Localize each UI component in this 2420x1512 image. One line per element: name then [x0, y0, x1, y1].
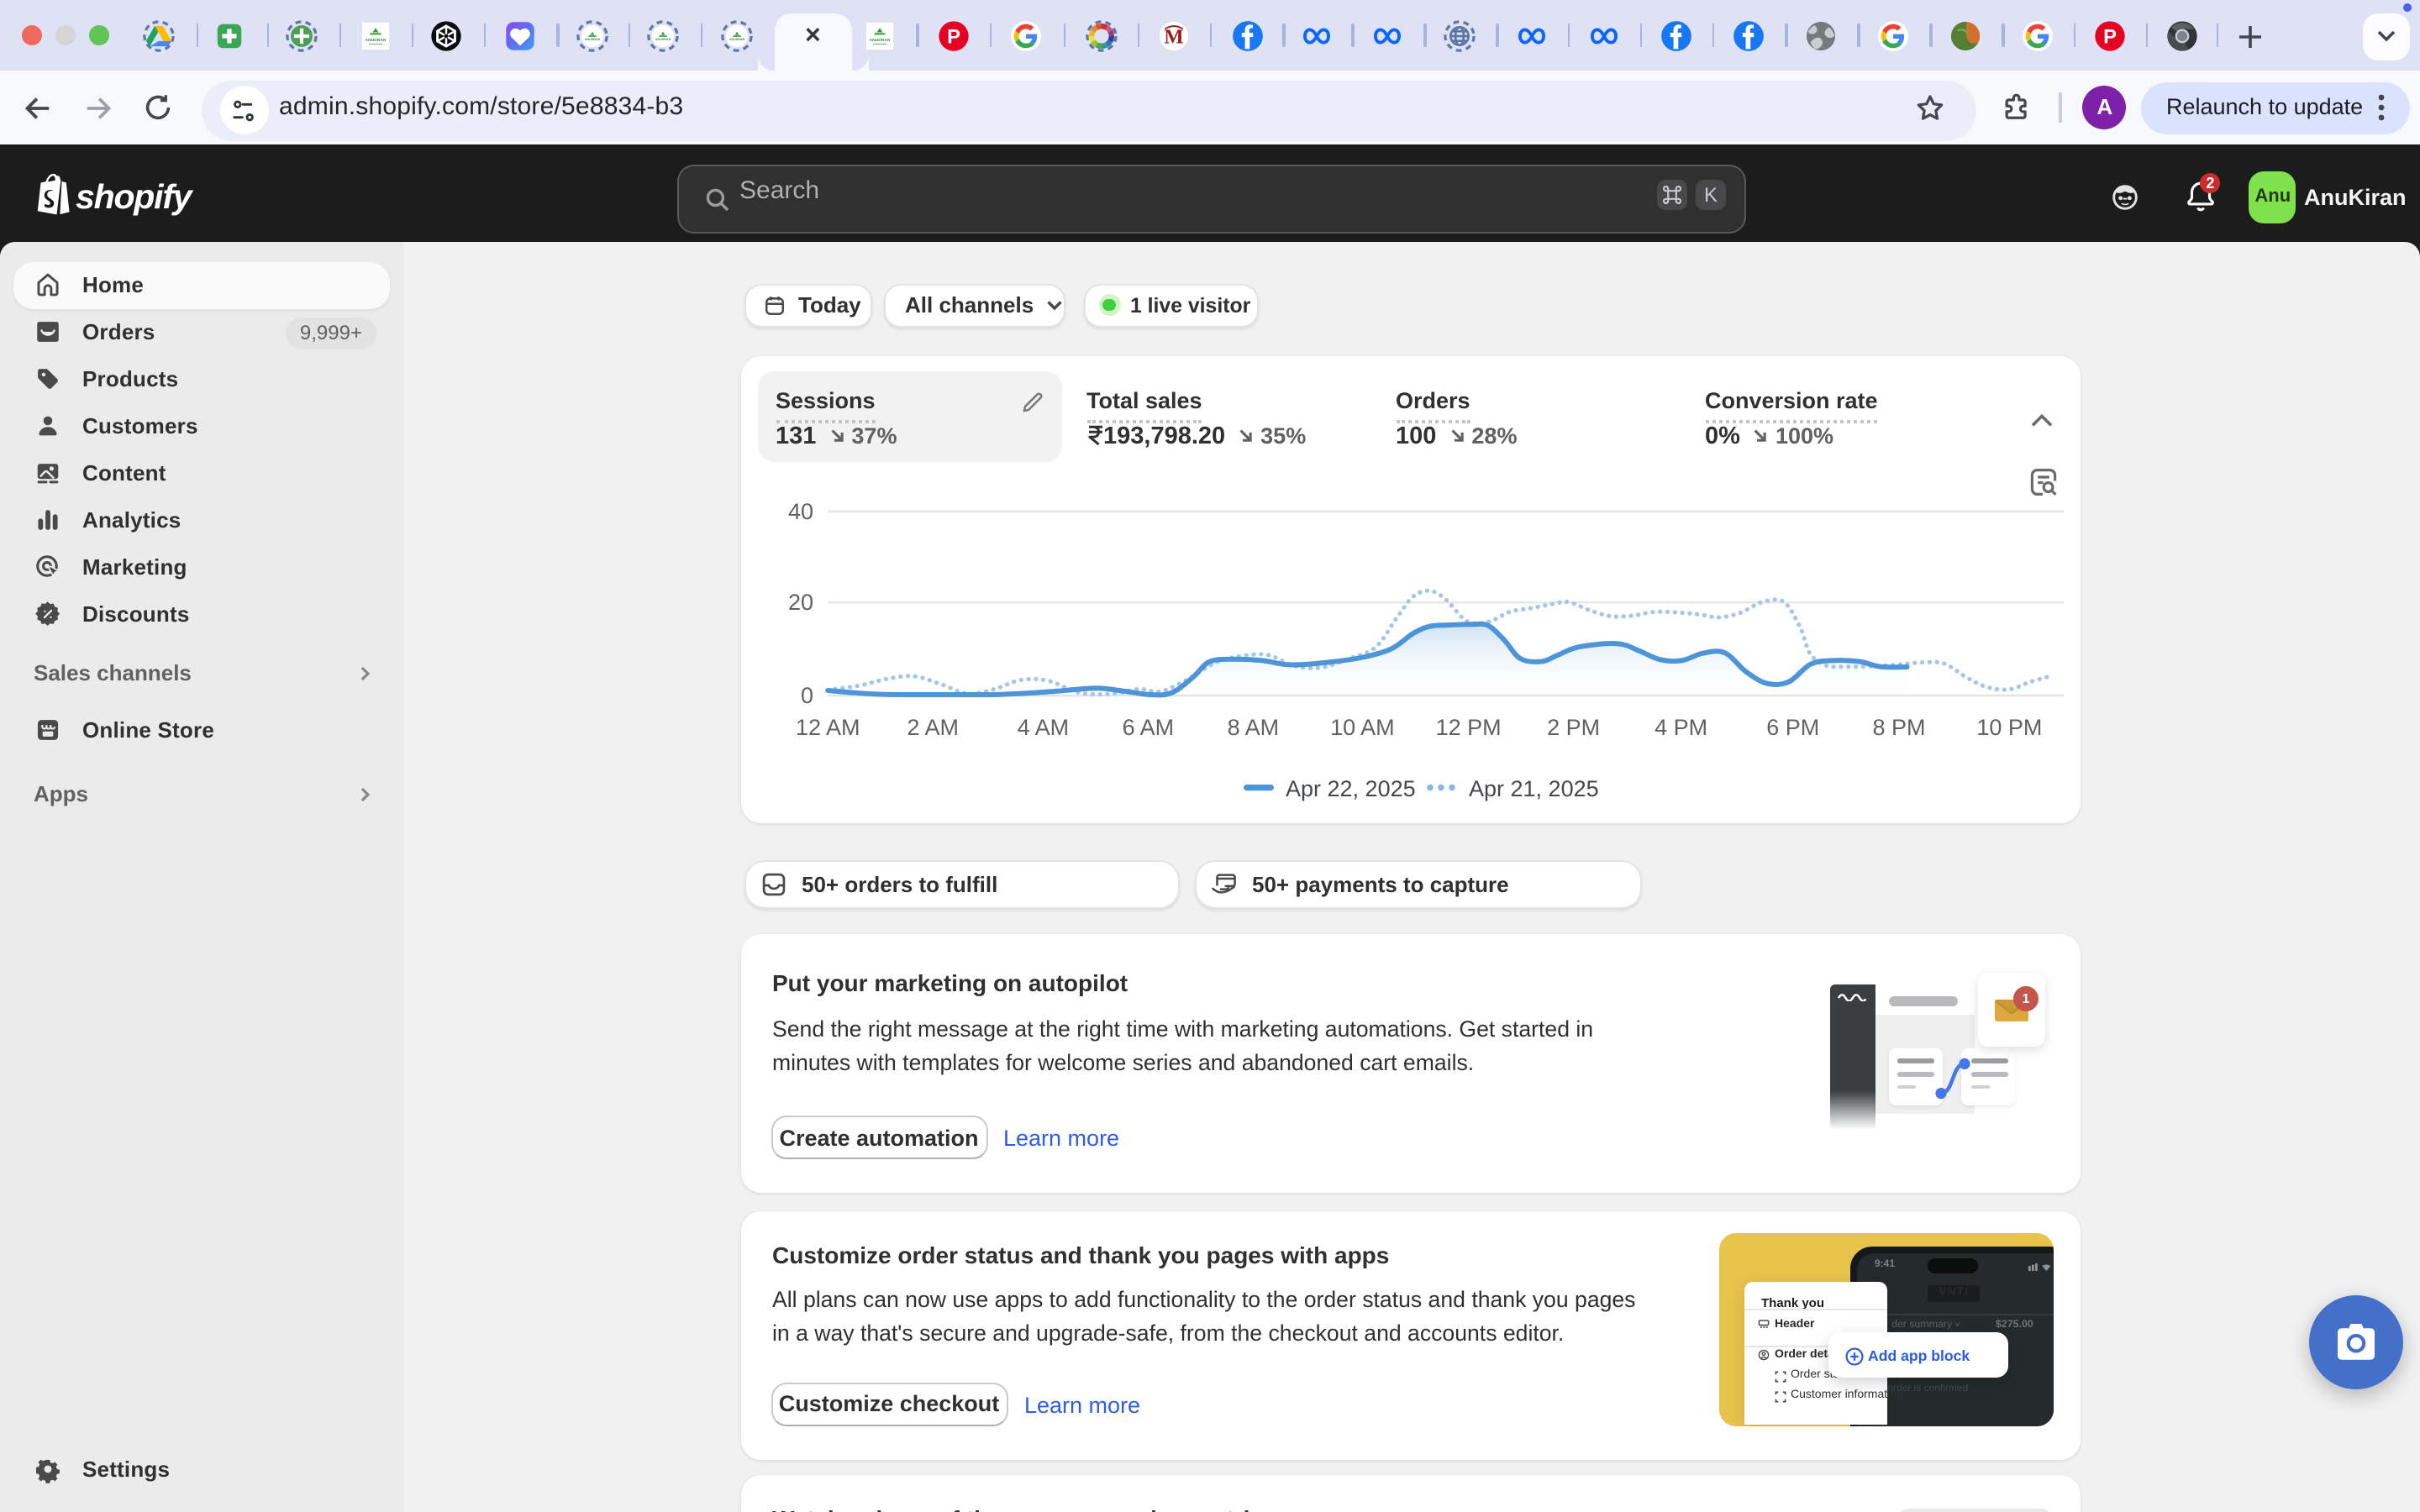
svg-text:10 PM: 10 PM — [1976, 715, 2042, 740]
svg-text:20: 20 — [788, 590, 813, 615]
svg-text:2 PM: 2 PM — [1547, 715, 1600, 740]
svg-text:40: 40 — [788, 499, 813, 524]
svg-text:12 AM: 12 AM — [796, 715, 860, 740]
svg-text:8 AM: 8 AM — [1228, 715, 1280, 740]
svg-text:8 PM: 8 PM — [1872, 715, 1925, 740]
svg-text:6 AM: 6 AM — [1123, 715, 1175, 740]
svg-text:Apr 21, 2025: Apr 21, 2025 — [1469, 776, 1599, 801]
svg-text:Apr 22, 2025: Apr 22, 2025 — [1286, 776, 1416, 801]
svg-text:12 PM: 12 PM — [1436, 715, 1502, 740]
svg-text:6 PM: 6 PM — [1766, 715, 1819, 740]
svg-text:2 AM: 2 AM — [907, 715, 959, 740]
svg-text:4 PM: 4 PM — [1655, 715, 1707, 740]
svg-text:10 AM: 10 AM — [1330, 715, 1395, 740]
svg-text:0: 0 — [801, 683, 813, 708]
svg-text:4 AM: 4 AM — [1018, 715, 1070, 740]
